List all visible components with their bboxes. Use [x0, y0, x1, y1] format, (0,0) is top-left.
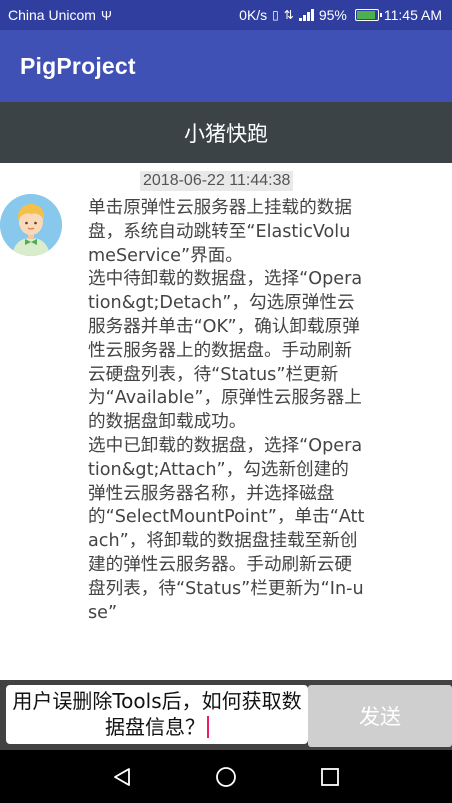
- signal-icon: [298, 9, 314, 21]
- boy-avatar-icon[interactable]: [0, 194, 62, 256]
- back-icon[interactable]: [102, 757, 142, 797]
- data-icon: ⇅: [283, 8, 294, 22]
- system-nav-bar: [0, 750, 452, 803]
- input-bar: 用户误删除Tools后，如何获取数据盘信息？ 发送: [0, 680, 452, 750]
- send-button[interactable]: 发送: [308, 685, 452, 747]
- message-bubble-text: 单击原弹性云服务器上挂载的数据盘，系统自动跳转至“ElasticVolumeSe…: [88, 198, 365, 623]
- app-bar: PigProject: [0, 30, 452, 102]
- app-title: PigProject: [20, 52, 136, 79]
- home-icon[interactable]: [206, 757, 246, 797]
- text-caret: [207, 716, 209, 738]
- chat-message-list[interactable]: 2018-06-22 11:44:38 单击原弹性云服务器上挂载的数据盘，系统自…: [0, 163, 452, 680]
- status-right: 0K/s ▯ ⇅ 95% 11:45 AM: [239, 7, 442, 23]
- battery-percent: 95%: [318, 7, 347, 23]
- vibrate-icon: ▯: [272, 8, 279, 22]
- network-speed: 0K/s: [239, 7, 268, 23]
- clock: 11:45 AM: [383, 7, 442, 23]
- carrier-name: China Unicom: [8, 7, 96, 23]
- chat-header: 小猪快跑: [0, 102, 452, 163]
- status-left: China Unicom Ψ: [8, 7, 112, 23]
- usb-icon: Ψ: [100, 7, 112, 23]
- message-timestamp: 2018-06-22 11:44:38: [140, 171, 294, 191]
- recents-icon[interactable]: [310, 757, 350, 797]
- status-bar: China Unicom Ψ 0K/s ▯ ⇅ 95% 11:45 AM: [0, 0, 452, 30]
- battery-icon: [354, 9, 382, 21]
- message-input-value: 用户误删除Tools后，如何获取数据盘信息？: [12, 689, 302, 739]
- message-input[interactable]: 用户误删除Tools后，如何获取数据盘信息？: [6, 685, 308, 744]
- chat-title: 小猪快跑: [184, 121, 268, 146]
